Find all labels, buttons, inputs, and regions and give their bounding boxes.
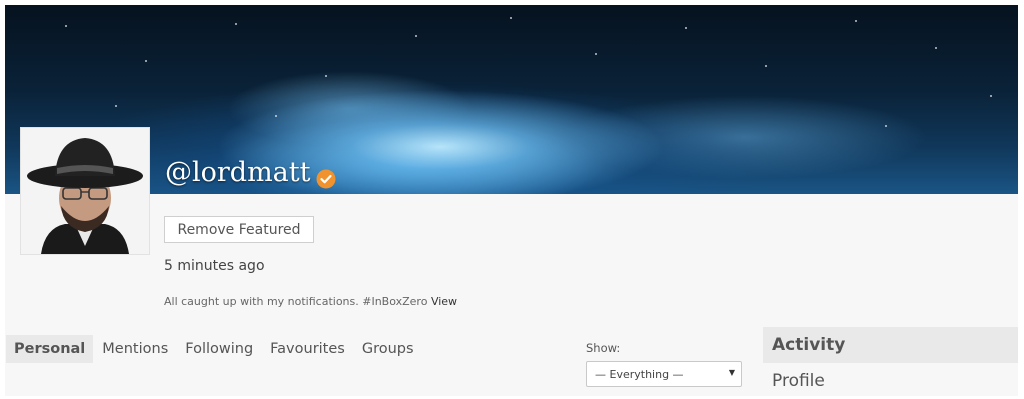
tab-mentions[interactable]: Mentions	[94, 335, 176, 363]
sidebar-item-activity[interactable]: Activity	[763, 327, 1018, 363]
show-filter-label: Show:	[586, 341, 621, 355]
sidebar-item-profile[interactable]: Profile	[763, 363, 1018, 399]
profile-page: @lordmatt Remove Featured 5 minutes ago …	[5, 5, 1018, 396]
profile-handle: @lordmatt	[165, 155, 336, 189]
tab-favourites[interactable]: Favourites	[262, 335, 353, 363]
chevron-down-icon: ▼	[728, 368, 735, 377]
tab-following[interactable]: Following	[177, 335, 261, 363]
remove-featured-button[interactable]: Remove Featured	[164, 216, 314, 243]
activity-tabs: Personal Mentions Following Favourites G…	[6, 335, 423, 363]
status-view-link[interactable]: View	[431, 295, 457, 308]
profile-sidebar: Activity Profile	[763, 327, 1018, 399]
status-update: All caught up with my notifications. #In…	[164, 295, 457, 308]
post-timestamp[interactable]: 5 minutes ago	[164, 258, 265, 274]
tab-personal[interactable]: Personal	[6, 335, 94, 363]
verified-badge-icon	[316, 165, 336, 189]
show-filter-value: — Everything —	[595, 367, 684, 381]
handle-text: @lordmatt	[165, 156, 311, 188]
tab-groups[interactable]: Groups	[354, 335, 422, 363]
status-text: All caught up with my notifications. #In…	[164, 295, 428, 308]
avatar[interactable]	[20, 127, 150, 255]
cover-image	[5, 5, 1018, 194]
show-filter-select[interactable]: — Everything — ▼	[586, 361, 742, 387]
